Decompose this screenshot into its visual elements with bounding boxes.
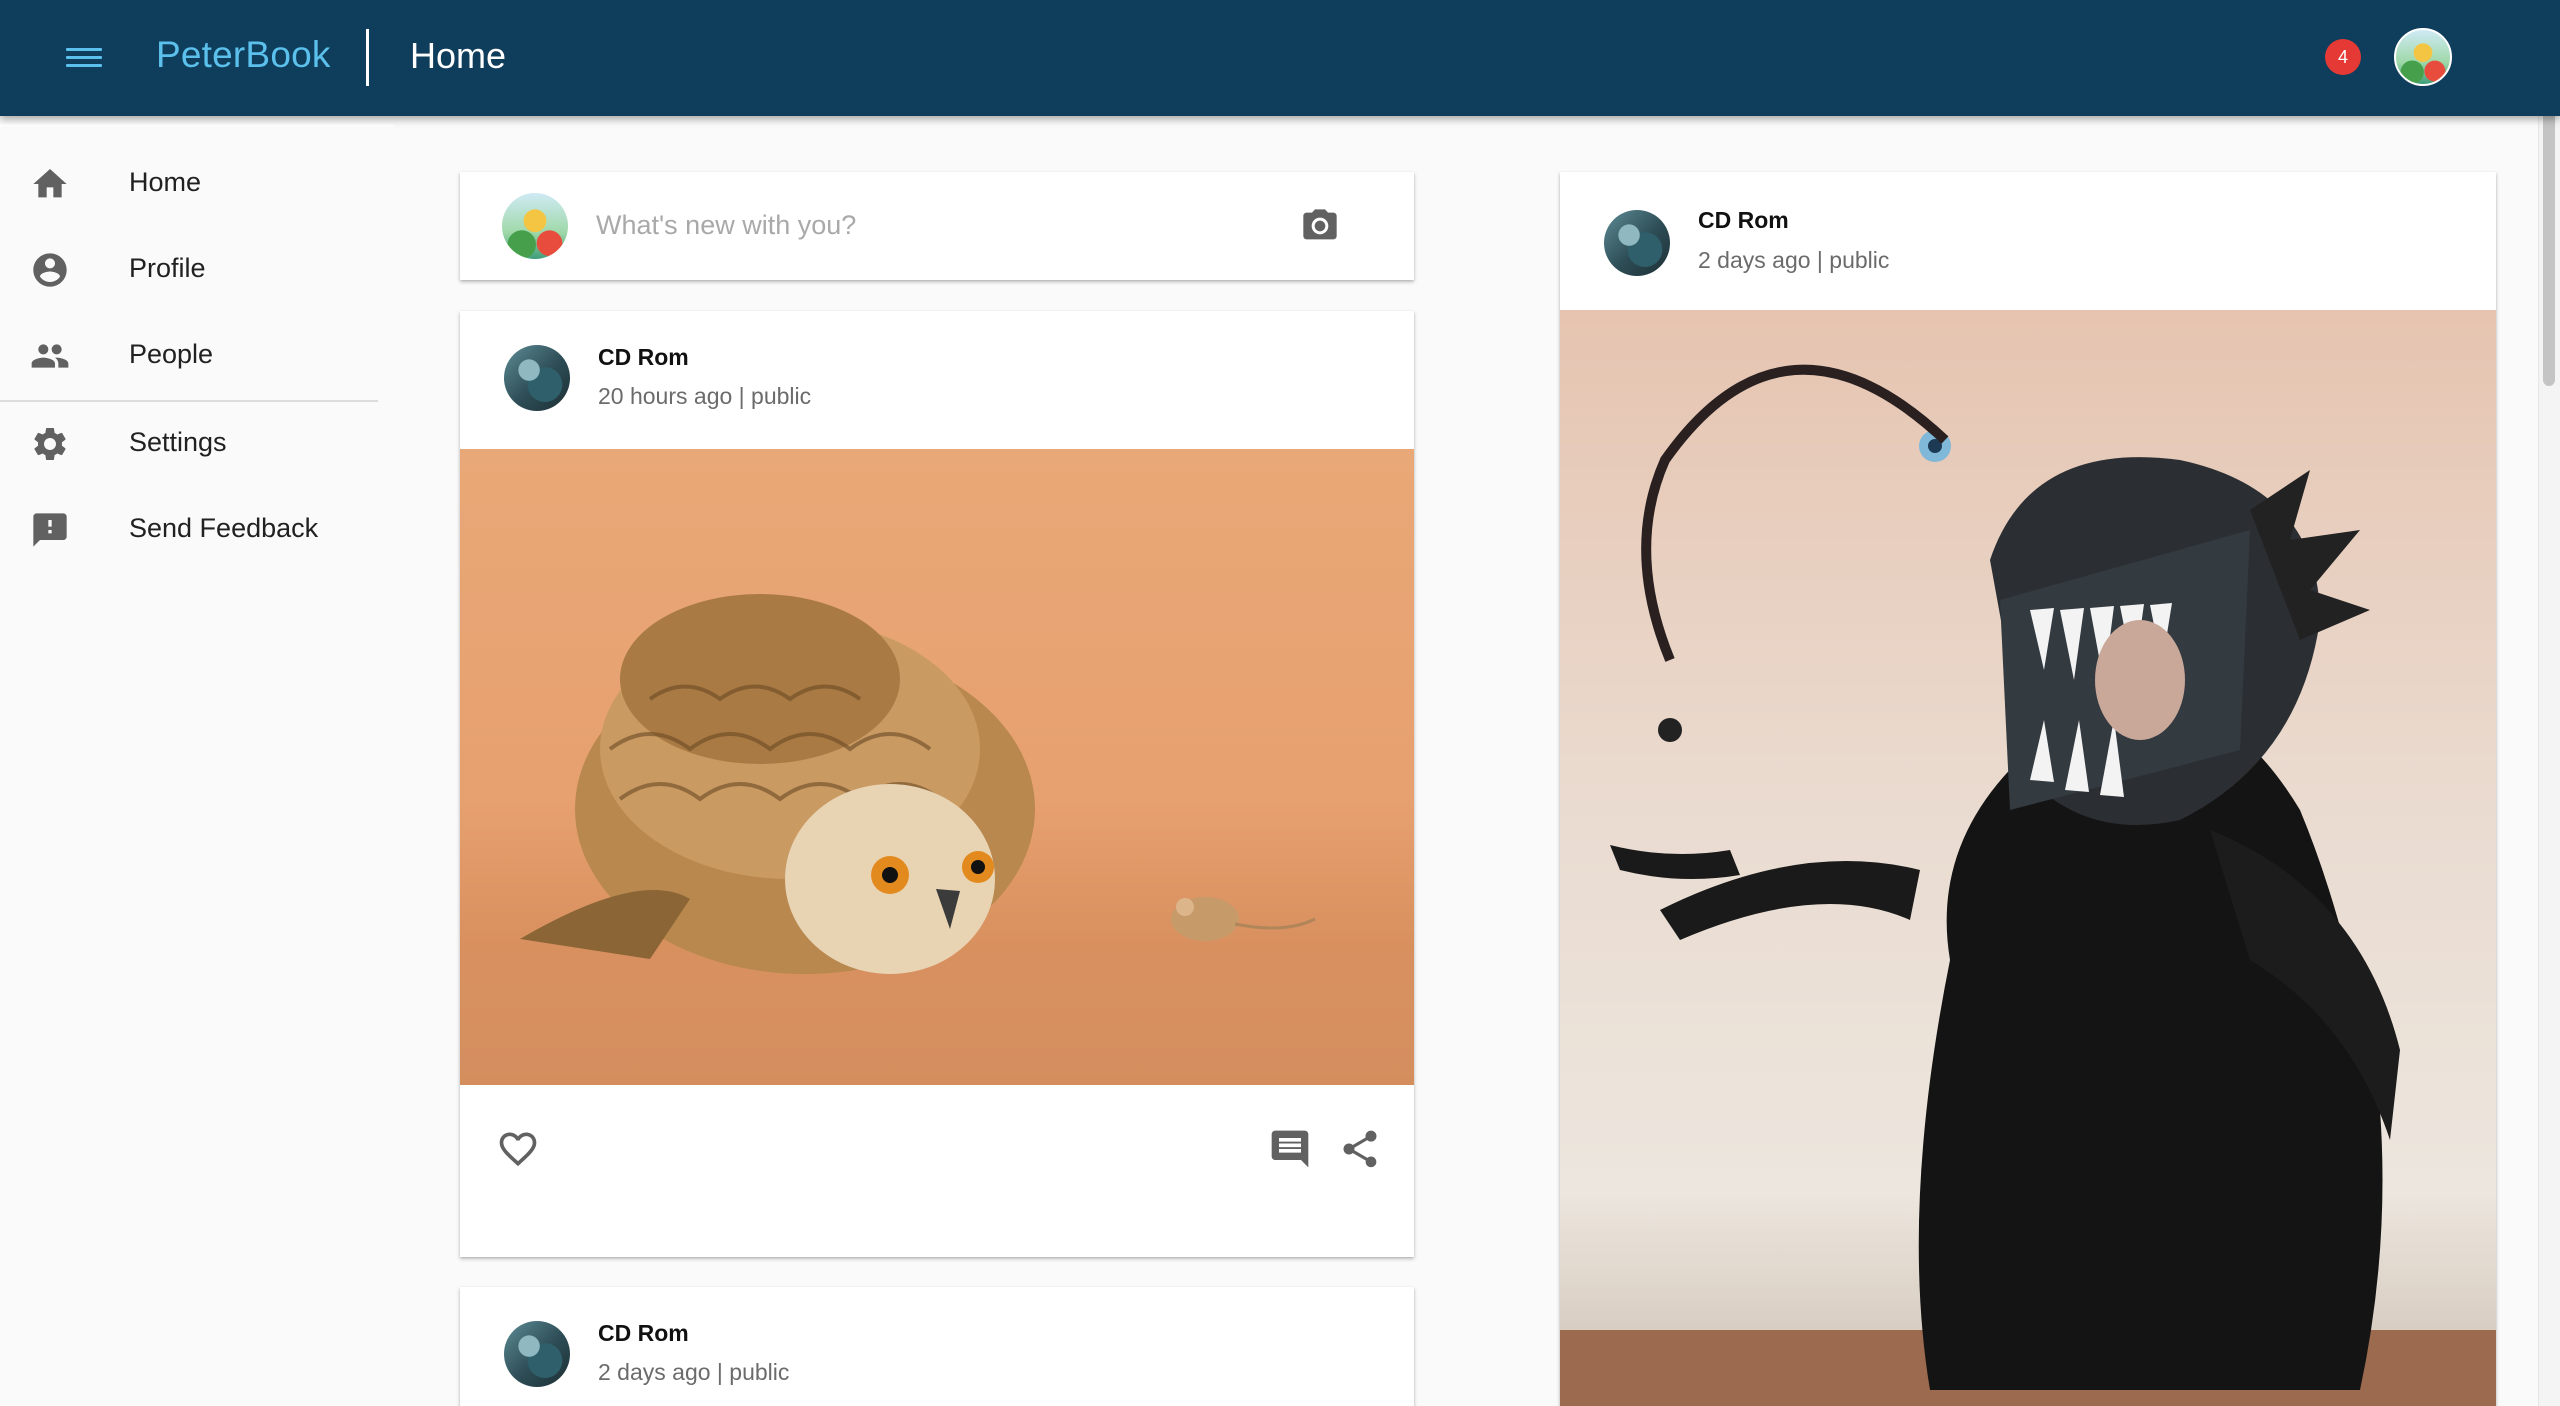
sidebar-item-send-feedback[interactable]: Send Feedback [0,493,380,563]
brand-logo[interactable]: PeterBook [156,34,331,76]
status-input[interactable] [596,202,1196,248]
share-icon[interactable] [1338,1127,1382,1171]
post-author[interactable]: CD Rom [598,344,689,371]
composer-avatar [502,193,568,259]
anglerfish-costume-photo[interactable] [1560,310,2496,1406]
post-author[interactable]: CD Rom [598,1320,689,1347]
sidebar-divider [0,400,378,402]
heart-icon[interactable] [496,1127,540,1171]
post-meta: 2 days ago | public [1698,247,1890,273]
hamburger-menu-icon[interactable] [62,40,106,76]
user-avatar[interactable] [2394,28,2452,86]
post-card: CD Rom 2 days ago | public [460,1287,1414,1406]
sidebar-item-label: Settings [129,427,227,457]
people-icon [31,344,69,368]
comment-icon[interactable] [1268,1127,1312,1171]
post-author-avatar[interactable] [504,1321,570,1387]
notification-badge[interactable]: 4 [2325,39,2361,75]
post-composer [460,172,1414,280]
post-card: CD Rom 20 hours ago | public [460,311,1414,1257]
sidebar-item-label: People [129,339,214,369]
owl-and-mouse-photo[interactable] [460,449,1414,1085]
post-author-avatar[interactable] [1604,210,1670,276]
post-meta: 2 days ago | public [598,1359,790,1385]
post-card: CD Rom 2 days ago | public [1560,172,2496,1406]
home-icon [33,169,67,198]
app-header: PeterBook Home 4 [0,0,2560,116]
sidebar-item-settings[interactable]: Settings [0,407,380,477]
header-divider [366,29,369,86]
post-author[interactable]: CD Rom [1698,207,1789,234]
post-author-avatar[interactable] [504,345,570,411]
sidebar-item-people[interactable]: People [0,319,380,389]
account-circle-icon [33,253,67,287]
sidebar-item-label: Send Feedback [129,513,319,543]
sidebar-item-home[interactable]: Home [0,147,380,217]
post-meta: 20 hours ago | public [598,383,812,409]
page-title: Home [410,35,507,76]
camera-icon[interactable] [1298,206,1342,246]
feedback-icon [33,513,67,547]
sidebar-item-profile[interactable]: Profile [0,233,380,303]
gear-icon [34,428,66,460]
sidebar-item-label: Home [129,167,202,197]
sidebar-item-label: Profile [129,253,206,283]
sidebar-nav: Home Profile People Settings Send Feedba… [0,124,394,1406]
